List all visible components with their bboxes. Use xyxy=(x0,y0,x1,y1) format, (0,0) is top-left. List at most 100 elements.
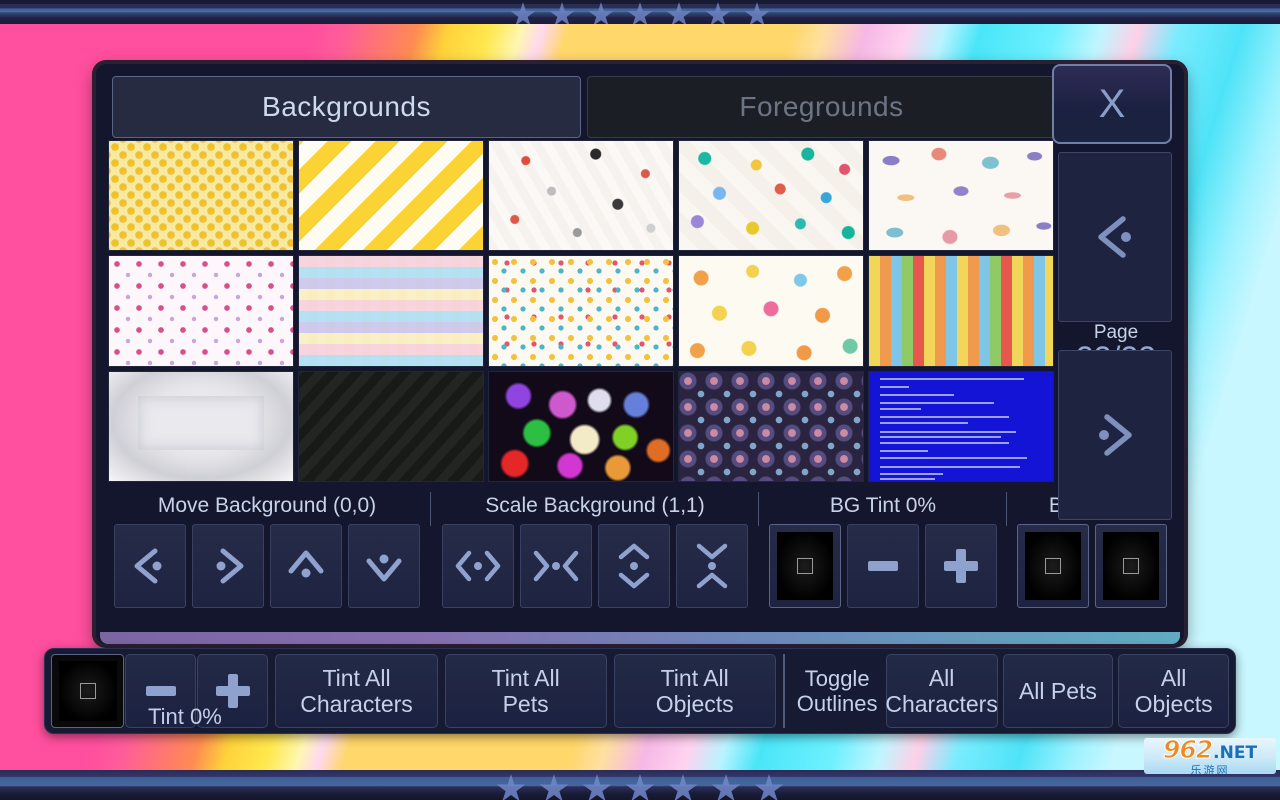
background-controls: Move Background (0,0) xyxy=(106,488,1174,634)
bg-tint-increase-button[interactable] xyxy=(925,524,997,608)
tint-all-characters-label: Tint All Characters xyxy=(300,665,412,717)
thumbnail-pastel-gems[interactable] xyxy=(868,140,1054,251)
thumbnail-pastel-triangles[interactable] xyxy=(298,255,484,366)
site-watermark: 962 .NET 乐游网 xyxy=(1144,738,1276,774)
bg-tint-decrease-button[interactable] xyxy=(847,524,919,608)
bottom-decorative-bar xyxy=(0,770,1280,800)
chevron-up-dot-icon xyxy=(283,543,329,589)
tint-all-pets-label: Tint All Pets xyxy=(492,665,560,717)
global-tint-label: Tint xyxy=(148,704,184,729)
star-icon xyxy=(539,774,569,800)
bg-tint-title: BG Tint 0% xyxy=(762,488,1004,524)
tab-backgrounds[interactable]: Backgrounds xyxy=(112,76,581,138)
star-icon xyxy=(510,2,536,24)
control-divider xyxy=(758,492,759,526)
bottom-star-row xyxy=(496,774,784,800)
chevron-left-icon xyxy=(1085,207,1145,267)
tint-all-characters-button[interactable]: Tint All Characters xyxy=(275,654,437,728)
swatch-center-box xyxy=(797,558,813,574)
all-pets-button[interactable]: All Pets xyxy=(1003,654,1114,728)
thumbnail-yellow-diagonal-stripes[interactable] xyxy=(298,140,484,251)
all-characters-label: All Characters xyxy=(885,665,997,717)
watermark-digits: 962 xyxy=(1163,738,1212,764)
tint-all-objects-button[interactable]: Tint All Objects xyxy=(614,654,776,728)
contract-vertical-icon xyxy=(689,541,735,591)
background-picker-panel: Backgrounds Foregrounds xyxy=(96,64,1184,644)
thumbnail-dark-diagonal-stripes[interactable] xyxy=(298,371,484,482)
control-divider xyxy=(430,492,431,526)
tab-foregrounds[interactable]: Foregrounds xyxy=(587,76,1056,138)
plus-icon xyxy=(216,674,250,708)
toolbar-divider xyxy=(783,654,785,728)
scale-wider-button[interactable] xyxy=(442,524,514,608)
thumbnail-crayon-hearts[interactable] xyxy=(678,255,864,366)
star-icon xyxy=(588,2,614,24)
minus-icon xyxy=(868,561,898,571)
scale-taller-button[interactable] xyxy=(598,524,670,608)
watermark-subtitle: 乐游网 xyxy=(1191,762,1230,775)
thumbnail-blue-screen-of-death[interactable] xyxy=(868,371,1054,482)
star-icon xyxy=(744,2,770,24)
chevron-right-dot-icon xyxy=(205,543,251,589)
minus-icon xyxy=(146,686,176,696)
next-page-button[interactable] xyxy=(1058,350,1172,520)
chevron-right-icon xyxy=(1085,405,1145,465)
thumbnail-black-red-triangles[interactable] xyxy=(488,140,674,251)
global-color-swatch[interactable] xyxy=(51,654,124,728)
global-tint-percent: 0% xyxy=(190,704,222,729)
star-icon xyxy=(549,2,575,24)
top-star-row xyxy=(510,2,770,24)
contract-horizontal-icon xyxy=(531,543,581,589)
top-decorative-bar xyxy=(0,0,1280,24)
star-icon xyxy=(668,774,698,800)
screen: Backgrounds Foregrounds xyxy=(0,0,1280,800)
control-divider xyxy=(1006,492,1007,526)
move-down-button[interactable] xyxy=(348,524,420,608)
thumbnail-rainbow-vertical-stripes[interactable] xyxy=(868,255,1054,366)
thumbnail-bokeh-lights[interactable] xyxy=(488,371,674,482)
chevron-down-dot-icon xyxy=(361,543,407,589)
thumbnail-colorful-dots-lattice[interactable] xyxy=(678,140,864,251)
thumbnail-pink-small-dots[interactable] xyxy=(108,255,294,366)
all-pets-label: All Pets xyxy=(1019,678,1097,704)
close-button-label: X xyxy=(1099,82,1126,127)
thumbnail-confetti-dots[interactable] xyxy=(488,255,674,366)
all-objects-button[interactable]: All Objects xyxy=(1118,654,1229,728)
move-right-button[interactable] xyxy=(192,524,264,608)
bg-tint-color-swatch[interactable] xyxy=(769,524,841,608)
star-icon xyxy=(582,774,612,800)
tab-bar: Backgrounds Foregrounds xyxy=(112,76,1056,138)
star-icon xyxy=(496,774,526,800)
tint-all-pets-button[interactable]: Tint All Pets xyxy=(445,654,607,728)
global-tint-toolbar: Tint All Characters Tint All Pets Tint A… xyxy=(44,648,1236,734)
move-background-title: Move Background (0,0) xyxy=(106,488,428,524)
all-characters-button[interactable]: All Characters xyxy=(886,654,998,728)
scale-background-title: Scale Background (1,1) xyxy=(434,488,756,524)
expand-vertical-icon xyxy=(611,541,657,591)
thumbnail-grid xyxy=(106,140,1056,482)
global-tint-readout: Tint 0% xyxy=(148,704,222,730)
toggle-outlines-label: Toggle Outlines xyxy=(792,666,883,716)
page-navigation-rail: X Page 33/33 xyxy=(1056,64,1184,644)
close-button[interactable]: X xyxy=(1052,64,1172,144)
star-icon xyxy=(754,774,784,800)
plus-icon xyxy=(944,549,978,583)
scale-shorter-button[interactable] xyxy=(676,524,748,608)
thumbnail-white-empty-room[interactable] xyxy=(108,371,294,482)
scale-narrower-button[interactable] xyxy=(520,524,592,608)
star-icon xyxy=(705,2,731,24)
star-icon xyxy=(625,774,655,800)
star-icon xyxy=(711,774,741,800)
tab-backgrounds-label: Backgrounds xyxy=(262,91,431,123)
chevron-left-dot-icon xyxy=(127,543,173,589)
thumbnail-dark-floral-dots[interactable] xyxy=(678,371,864,482)
bg-tint-group: BG Tint 0% xyxy=(762,488,1004,634)
previous-page-button[interactable] xyxy=(1058,152,1172,322)
move-up-button[interactable] xyxy=(270,524,342,608)
star-icon xyxy=(627,2,653,24)
star-icon xyxy=(666,2,692,24)
thumbnail-yellow-polka-dots[interactable] xyxy=(108,140,294,251)
scale-background-group: Scale Background (1,1) xyxy=(434,488,756,634)
move-left-button[interactable] xyxy=(114,524,186,608)
all-objects-label: All Objects xyxy=(1135,665,1213,717)
